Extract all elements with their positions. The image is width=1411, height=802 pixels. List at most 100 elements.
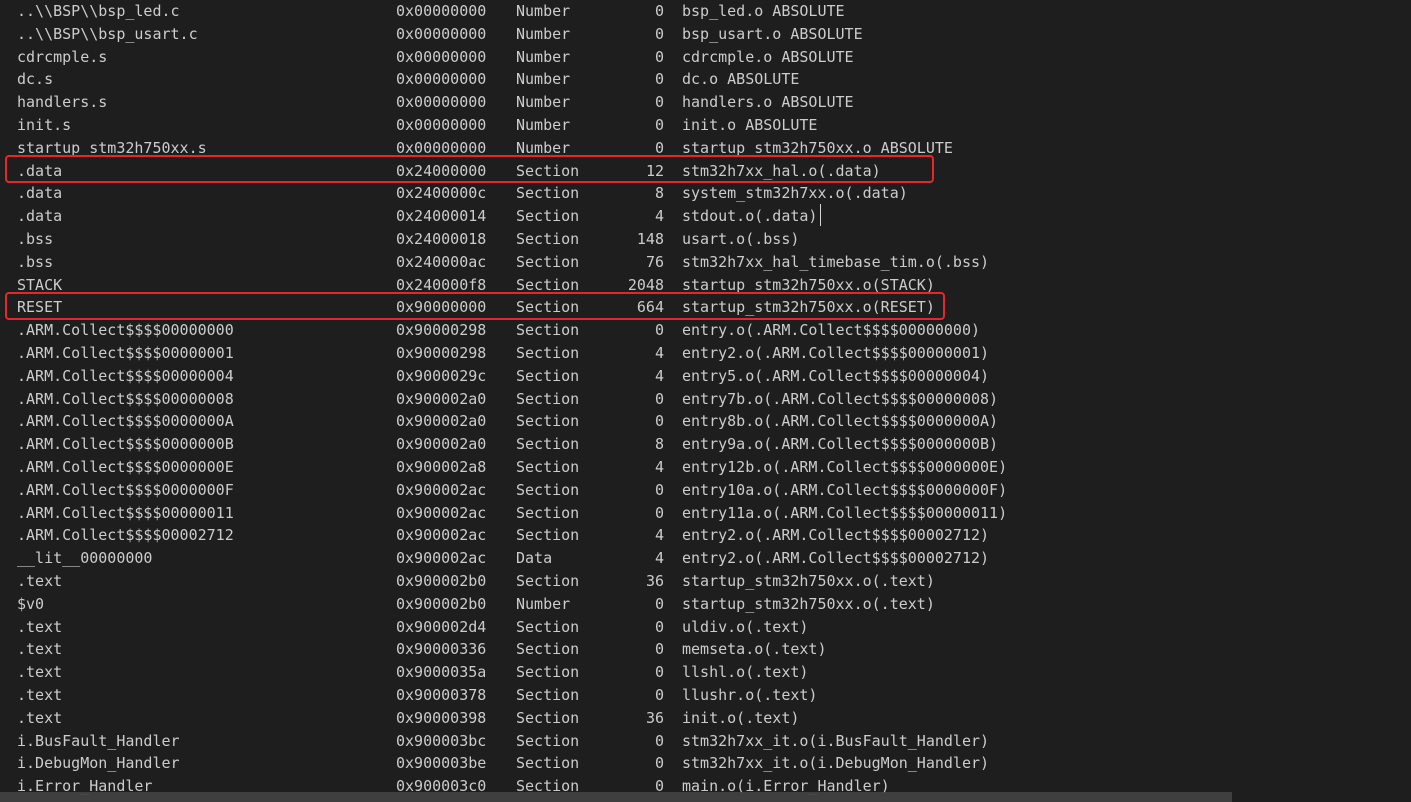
symbol-object: init.o(.text) (682, 708, 800, 727)
symbol-size: 0 (654, 731, 664, 750)
symbol-object: stm32h7xx_it.o(i.DebugMon_Handler) (682, 754, 990, 773)
symbol-object: uldiv.o(.text) (682, 617, 809, 636)
symbol-size: 0 (654, 594, 664, 613)
table-row[interactable]: .ARM.Collect$$$$00000004 0x9000029c Sectio… (0, 365, 1411, 388)
symbol-type: Number (516, 93, 571, 112)
table-row[interactable]: .ARM.Collect$$$$0000000F 0x900002ac Sectio… (0, 479, 1411, 502)
table-row[interactable]: .ARM.Collect$$$$00000011 0x900002ac Sectio… (0, 502, 1411, 525)
symbol-name: .ARM.Collect$$$$0000000B (17, 435, 234, 454)
table-row[interactable]: .bss 0x24000018 Section 148 usart.o(.bss) (0, 228, 1411, 251)
highlight-box-reset (5, 292, 945, 320)
symbol-object: stm32h7xx_hal_timebase_tim.o(.bss) (682, 252, 990, 271)
table-row[interactable]: .ARM.Collect$$$$0000000E 0x900002a8 Sectio… (0, 456, 1411, 479)
table-row[interactable]: $v0 0x900002b0 Number 0 startup_stm32h750xx.… (0, 593, 1411, 616)
symbol-name: .text (17, 685, 63, 704)
table-row[interactable]: dc.s 0x00000000 Number 0 dc.o ABSOLUTE (0, 68, 1411, 91)
table-row[interactable]: i.DebugMon_Handler 0x900003be Section 0 stm3… (0, 752, 1411, 775)
table-row[interactable]: .ARM.Collect$$$$00002712 0x900002ac Sectio… (0, 524, 1411, 547)
symbol-size: 0 (654, 503, 664, 522)
symbol-value: 0x9000029c (396, 366, 487, 385)
symbol-object: entry2.o(.ARM.Collect$$$$00002712) (682, 526, 990, 545)
table-row[interactable]: .data 0x2400000c Section 8 system_stm32h7xx.… (0, 182, 1411, 205)
symbol-type: Number (516, 47, 571, 66)
symbol-type: Section (516, 571, 580, 590)
table-row[interactable]: .ARM.Collect$$$$0000000A 0x900002a0 Sectio… (0, 410, 1411, 433)
table-row[interactable]: .text 0x90000336 Section 0 memseta.o(.text) (0, 638, 1411, 661)
symbol-name: init.s (17, 115, 72, 134)
symbol-value: 0x900002a8 (396, 457, 487, 476)
symbol-size: 0 (654, 93, 664, 112)
symbol-value: 0x90000298 (396, 321, 487, 340)
horizontal-scrollbar[interactable] (0, 792, 1232, 802)
table-row[interactable]: cdrcmple.s 0x00000000 Number 0 cdrcmple.o AB… (0, 46, 1411, 69)
symbol-size: 0 (654, 389, 664, 408)
symbol-type: Section (516, 457, 580, 476)
symbol-name: .text (17, 708, 63, 727)
table-row[interactable]: handlers.s 0x00000000 Number 0 handlers.o AB… (0, 91, 1411, 114)
symbol-object: entry2.o(.ARM.Collect$$$$00000001) (682, 343, 990, 362)
table-row[interactable]: .ARM.Collect$$$$0000000B 0x900002a0 Sectio… (0, 433, 1411, 456)
symbol-type: Section (516, 252, 580, 271)
symbol-name: i.BusFault_Handler (17, 731, 180, 750)
table-row[interactable]: .data 0x24000014 Section 4 stdout.o(.data) (0, 205, 1411, 228)
symbol-type: Section (516, 207, 580, 226)
symbol-name: .ARM.Collect$$$$00000004 (17, 366, 234, 385)
symbol-type: Section (516, 526, 580, 545)
symbol-type: Section (516, 343, 580, 362)
symbol-value: 0x900002ac (396, 503, 487, 522)
symbol-type: Number (516, 115, 571, 134)
symbol-size: 36 (645, 708, 664, 727)
symbol-value: 0x900003bc (396, 731, 487, 750)
symbol-size: 0 (654, 754, 664, 773)
symbol-name: ..\\BSP\\bsp_usart.c (17, 24, 198, 43)
symbol-size: 0 (654, 321, 664, 340)
symbol-size: 4 (654, 207, 664, 226)
symbol-type: Section (516, 617, 580, 636)
symbol-size: 0 (654, 2, 664, 20)
table-row[interactable]: __lit__00000000 0x900002ac Data 4 entry2.o(.… (0, 547, 1411, 570)
table-row[interactable]: init.s 0x00000000 Number 0 init.o ABSOLUTE (0, 114, 1411, 137)
symbol-size: 0 (654, 617, 664, 636)
table-row[interactable]: ..\\BSP\\bsp_led.c 0x00000000 Number 0 bsp_l… (0, 0, 1411, 23)
code-editor[interactable]: ..\\BSP\\bsp_led.c 0x00000000 Number 0 bsp_l… (0, 0, 1411, 802)
symbol-size: 0 (654, 685, 664, 704)
symbol-type: Number (516, 70, 571, 89)
symbol-type: Section (516, 435, 580, 454)
table-row[interactable]: .text 0x90000378 Section 0 llushr.o(.text) (0, 684, 1411, 707)
table-row[interactable]: .bss 0x240000ac Section 76 stm32h7xx_hal_tim… (0, 251, 1411, 274)
symbol-value: 0x240000ac (396, 252, 487, 271)
symbol-name: .data (17, 207, 63, 226)
symbol-size: 4 (654, 549, 664, 568)
symbol-object: system_stm32h7xx.o(.data) (682, 184, 908, 203)
table-row[interactable]: .ARM.Collect$$$$00000001 0x90000298 Sectio… (0, 342, 1411, 365)
symbol-type: Section (516, 184, 580, 203)
symbol-value: 0x24000014 (396, 207, 487, 226)
symbol-value: 0x00000000 (396, 2, 487, 20)
symbol-name: .ARM.Collect$$$$00000008 (17, 389, 234, 408)
symbol-size: 8 (654, 435, 664, 454)
symbol-type: Section (516, 754, 580, 773)
symbol-name: .ARM.Collect$$$$00000000 (17, 321, 234, 340)
symbol-value: 0x90000398 (396, 708, 487, 727)
symbol-type: Number (516, 24, 571, 43)
table-row[interactable]: .text 0x900002b0 Section 36 startup_stm32h75… (0, 570, 1411, 593)
symbol-name: .ARM.Collect$$$$0000000F (17, 480, 234, 499)
symbol-object: entry5.o(.ARM.Collect$$$$00000004) (682, 366, 990, 385)
table-row[interactable]: .ARM.Collect$$$$00000000 0x90000298 Sectio… (0, 319, 1411, 342)
symbol-name: .bss (17, 229, 54, 248)
table-row[interactable]: .text 0x900002d4 Section 0 uldiv.o(.text) (0, 616, 1411, 639)
symbol-type: Section (516, 685, 580, 704)
symbol-size: 4 (654, 526, 664, 545)
symbol-object: entry2.o(.ARM.Collect$$$$00002712) (682, 549, 990, 568)
table-row[interactable]: .text 0x90000398 Section 36 init.o(.text) (0, 707, 1411, 730)
symbol-object: bsp_usart.o ABSOLUTE (682, 24, 863, 43)
symbol-size: 4 (654, 343, 664, 362)
symbol-object: entry11a.o(.ARM.Collect$$$$00000011) (682, 503, 1008, 522)
table-row[interactable]: ..\\BSP\\bsp_usart.c 0x00000000 Number 0 bsp… (0, 23, 1411, 46)
table-row[interactable]: .ARM.Collect$$$$00000008 0x900002a0 Sectio… (0, 388, 1411, 411)
symbol-value: 0x900002a0 (396, 412, 487, 431)
symbol-object: stdout.o(.data) (682, 207, 818, 226)
table-row[interactable]: i.BusFault_Handler 0x900003bc Section 0 stm3… (0, 730, 1411, 753)
table-row[interactable]: .text 0x9000035a Section 0 llshl.o(.text) (0, 661, 1411, 684)
symbol-value: 0x00000000 (396, 70, 487, 89)
